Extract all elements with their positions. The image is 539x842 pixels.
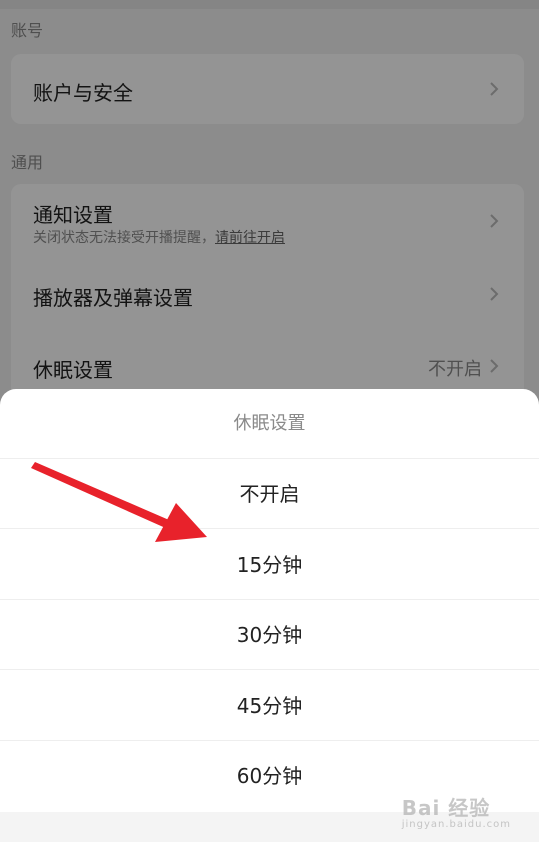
sleep-option-45min[interactable]: 45分钟: [0, 671, 539, 741]
sleep-option-30min[interactable]: 30分钟: [0, 600, 539, 670]
baidu-watermark: Bai 经验 jingyan.baidu.com: [402, 792, 511, 830]
sleep-option-off[interactable]: 不开启: [0, 459, 539, 529]
sleep-settings-sheet: 休眠设置 不开启 15分钟 30分钟 45分钟 60分钟: [0, 389, 539, 842]
watermark-text: Bai 经验: [401, 796, 491, 820]
sheet-title: 休眠设置: [0, 389, 539, 459]
sleep-option-15min[interactable]: 15分钟: [0, 530, 539, 600]
watermark-url: jingyan.baidu.com: [401, 819, 511, 830]
